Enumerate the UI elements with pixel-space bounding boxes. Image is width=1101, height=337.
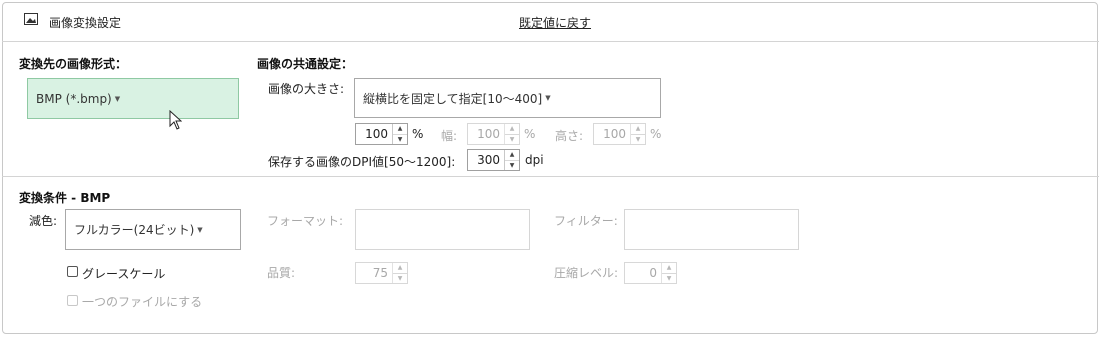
- chevron-down-icon: ▼: [197, 225, 203, 234]
- compression-stepper[interactable]: 0 ▲ ▼: [624, 262, 677, 284]
- divider: [2, 176, 1099, 177]
- image-size-mode-value: 縦横比を固定して指定[10～400]: [363, 91, 543, 106]
- width-value: 100: [477, 127, 500, 141]
- dpi-unit: dpi: [525, 153, 544, 167]
- stepper-down-icon[interactable]: ▼: [393, 274, 407, 284]
- size-percent-unit: %: [412, 127, 424, 141]
- filter-label: フィルター:: [554, 214, 618, 228]
- height-stepper[interactable]: 100 ▲ ▼: [593, 123, 646, 145]
- filter-dropdown[interactable]: [624, 209, 799, 250]
- divider: [2, 41, 1099, 42]
- quality-value: 75: [372, 266, 388, 280]
- quality-label: 品質:: [267, 266, 296, 280]
- single-file-label: 一つのファイルにする: [82, 295, 203, 309]
- single-file-checkbox[interactable]: [67, 295, 78, 306]
- reset-defaults-link[interactable]: 既定値に戻す: [519, 14, 591, 31]
- stepper-down-icon[interactable]: ▼: [631, 135, 645, 145]
- stepper-down-icon[interactable]: ▼: [505, 161, 519, 171]
- stepper-down-icon[interactable]: ▼: [393, 135, 407, 145]
- size-percent-stepper[interactable]: 100 ▲ ▼: [355, 123, 408, 145]
- grayscale-checkbox[interactable]: [67, 266, 78, 277]
- chevron-down-icon: ▼: [114, 94, 121, 103]
- quality-stepper[interactable]: 75 ▲ ▼: [355, 262, 408, 284]
- target-format-heading: 変換先の画像形式：: [19, 57, 128, 71]
- grayscale-label: グレースケール: [82, 267, 166, 281]
- width-label: 幅:: [441, 129, 458, 143]
- target-format-dropdown[interactable]: BMP (*.bmp) ▼: [27, 78, 239, 119]
- stepper-up-icon[interactable]: ▲: [505, 150, 519, 161]
- compression-value: 0: [649, 266, 657, 280]
- image-size-mode-dropdown[interactable]: 縦横比を固定して指定[10～400] ▼: [354, 78, 661, 118]
- settings-frame: [2, 2, 1098, 334]
- stepper-down-icon[interactable]: ▼: [662, 274, 676, 284]
- color-reduction-dropdown[interactable]: フルカラー(24ビット) ▼: [65, 209, 241, 250]
- dpi-value: 300: [477, 153, 500, 167]
- stepper-up-icon[interactable]: ▲: [631, 124, 645, 135]
- format-dropdown[interactable]: [355, 209, 530, 250]
- color-reduction-value: フルカラー(24ビット): [74, 223, 195, 237]
- height-unit: %: [650, 127, 662, 141]
- mouse-cursor-icon: [169, 109, 183, 133]
- stepper-down-icon[interactable]: ▼: [505, 135, 519, 145]
- height-label: 高さ:: [555, 129, 584, 143]
- chevron-down-icon: ▼: [545, 94, 551, 102]
- dpi-stepper[interactable]: 300 ▲ ▼: [467, 149, 520, 171]
- width-stepper[interactable]: 100 ▲ ▼: [467, 123, 520, 145]
- color-reduction-label: 減色:: [29, 214, 58, 228]
- stepper-up-icon[interactable]: ▲: [662, 263, 676, 274]
- stepper-up-icon[interactable]: ▲: [393, 263, 407, 274]
- common-settings-heading: 画像の共通設定：: [257, 57, 354, 71]
- stepper-up-icon[interactable]: ▲: [505, 124, 519, 135]
- height-value: 100: [603, 127, 626, 141]
- compression-label: 圧縮レベル:: [554, 266, 619, 280]
- conditions-heading: 変換条件 - BMP: [19, 191, 111, 205]
- format-label: フォーマット:: [267, 214, 344, 228]
- size-percent-value: 100: [365, 127, 388, 141]
- image-size-label: 画像の大きさ:: [268, 82, 345, 96]
- width-unit: %: [524, 127, 536, 141]
- dpi-label: 保存する画像のDPI値[50～1200]:: [268, 155, 456, 169]
- page-title: 画像変換設定: [49, 16, 122, 30]
- image-icon: [24, 13, 38, 25]
- target-format-value: BMP (*.bmp): [36, 91, 112, 106]
- stepper-up-icon[interactable]: ▲: [393, 124, 407, 135]
